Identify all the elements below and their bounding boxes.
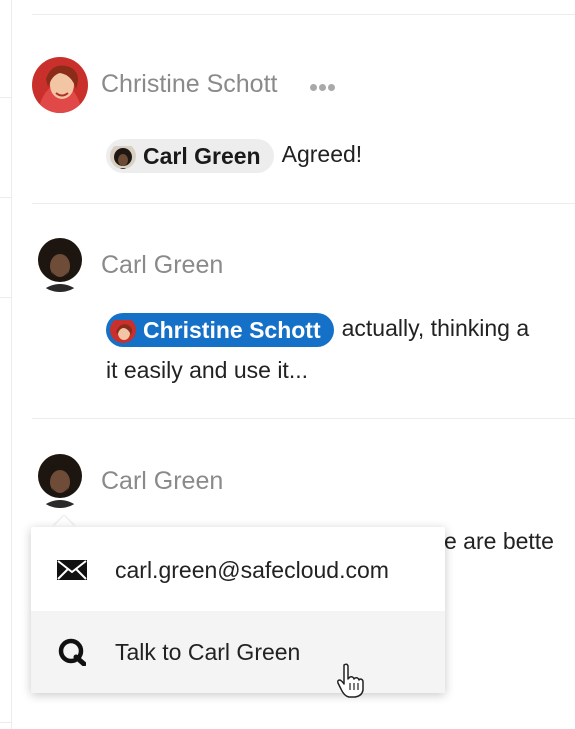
left-divider bbox=[0, 722, 11, 723]
message-text: Agreed! bbox=[281, 141, 363, 167]
avatar[interactable] bbox=[32, 57, 88, 113]
avatar bbox=[110, 317, 136, 343]
mention-tag[interactable]: Carl Green bbox=[106, 138, 274, 173]
message-body: Carl Green Agreed! bbox=[106, 133, 362, 175]
mention-tag[interactable]: Christine Schott bbox=[106, 312, 334, 347]
left-divider bbox=[0, 97, 11, 98]
message-separator bbox=[32, 203, 575, 204]
avatar bbox=[110, 143, 136, 169]
author-name[interactable]: Christine Schott bbox=[101, 70, 277, 99]
avatar[interactable] bbox=[32, 452, 88, 508]
author-name[interactable]: Carl Green bbox=[101, 467, 223, 496]
menu-item-label: Talk to Carl Green bbox=[115, 638, 301, 665]
menu-item-label: carl.green@safecloud.com bbox=[115, 556, 389, 583]
message-body: Christine Schott actually, thinking a it… bbox=[106, 307, 575, 391]
more-options-icon[interactable] bbox=[310, 78, 338, 91]
menu-item-email[interactable]: carl.green@safecloud.com bbox=[31, 529, 445, 611]
mention-name: Carl Green bbox=[143, 142, 261, 169]
envelope-icon bbox=[57, 558, 87, 582]
menu-item-talk[interactable]: Talk to Carl Green bbox=[31, 611, 445, 693]
message-separator bbox=[32, 418, 575, 419]
contact-popup: carl.green@safecloud.com Talk to Carl Gr… bbox=[31, 527, 445, 693]
message-separator bbox=[32, 14, 575, 15]
message-text: e are bette bbox=[444, 528, 554, 554]
left-divider bbox=[0, 197, 11, 198]
message-text: it easily and use it... bbox=[106, 357, 308, 383]
chat-icon bbox=[57, 638, 87, 666]
mention-name: Christine Schott bbox=[143, 316, 321, 343]
left-border bbox=[11, 0, 12, 729]
avatar[interactable] bbox=[32, 236, 88, 292]
popup-caret bbox=[53, 516, 75, 527]
message-text: actually, thinking a bbox=[341, 315, 530, 341]
hand-cursor-icon bbox=[337, 663, 364, 698]
author-name[interactable]: Carl Green bbox=[101, 251, 223, 280]
left-divider bbox=[0, 297, 11, 298]
